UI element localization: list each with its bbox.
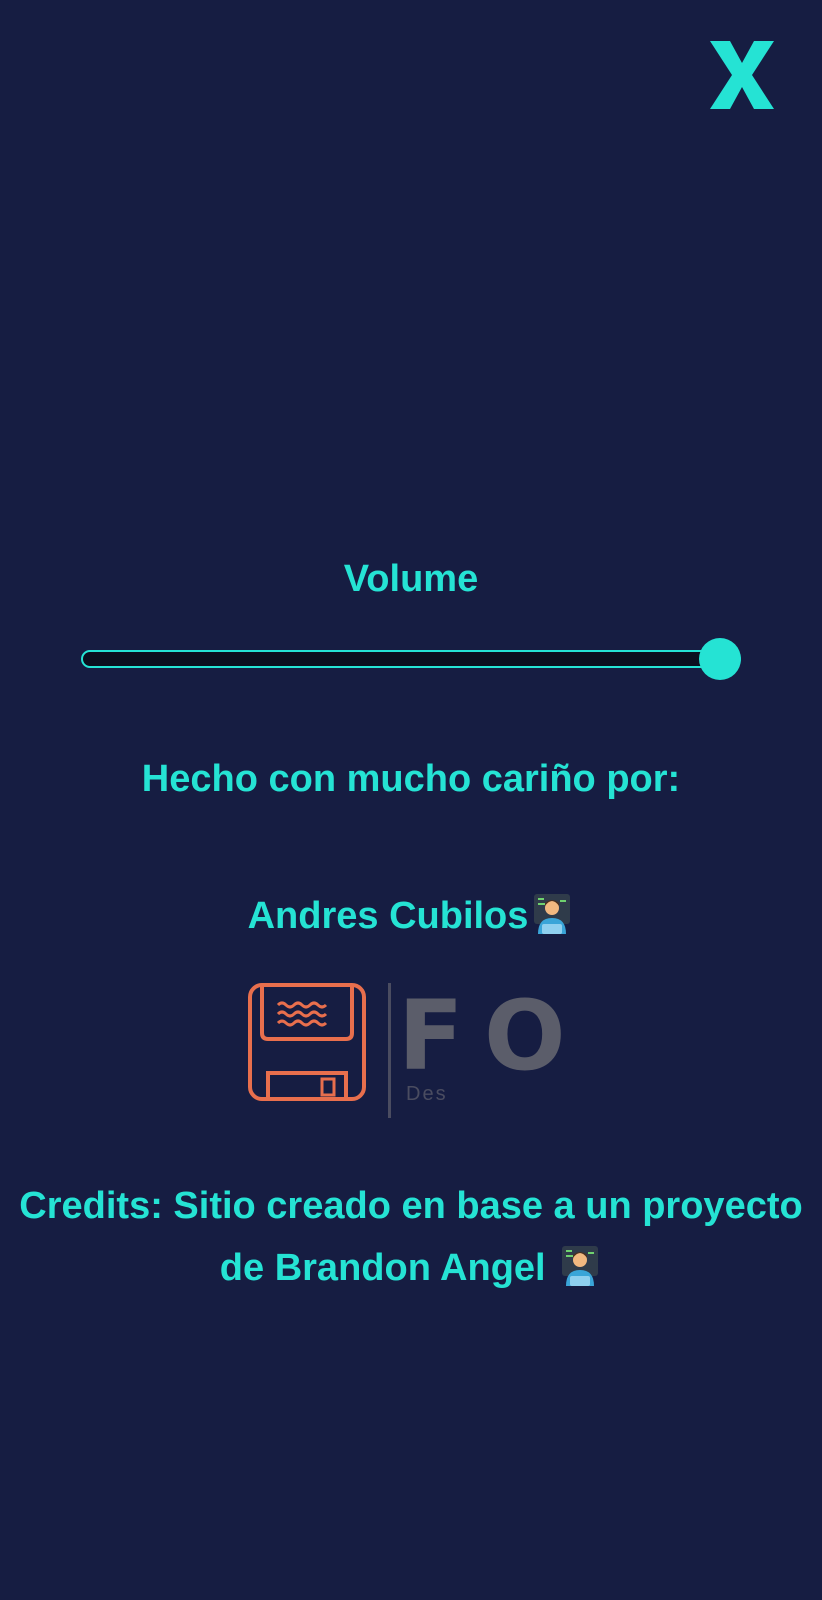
logo-letter-f: F [398, 980, 464, 1092]
credits-author: de Brandon Angel [219, 1247, 546, 1289]
volume-label: Volume [343, 558, 479, 600]
logo-divider [388, 983, 391, 1118]
credits-line-1: Credits: Sitio creado en base a un proye… [19, 1185, 803, 1227]
close-button[interactable] [700, 30, 784, 120]
made-by-text: Hecho con mucho cariño por: [141, 758, 681, 800]
logo: F O Des [248, 983, 588, 1118]
volume-slider[interactable] [81, 638, 741, 680]
technologist-emoji-icon [558, 1244, 602, 1307]
logo-letter-o: O [484, 980, 566, 1092]
technologist-emoji-icon [530, 892, 574, 946]
close-icon [710, 41, 774, 109]
volume-slider-thumb[interactable] [699, 638, 741, 680]
credits: Credits: Sitio creado en base a un proye… [0, 1175, 822, 1307]
logo-subtitle: Des [406, 1083, 448, 1105]
author-name: Andres Cubilos [247, 895, 529, 937]
volume-slider-track[interactable] [81, 650, 741, 668]
author-line: Andres Cubilos [0, 892, 822, 946]
floppy-disk-icon [248, 983, 366, 1101]
credits-line-2: de Brandon Angel [0, 1237, 822, 1307]
